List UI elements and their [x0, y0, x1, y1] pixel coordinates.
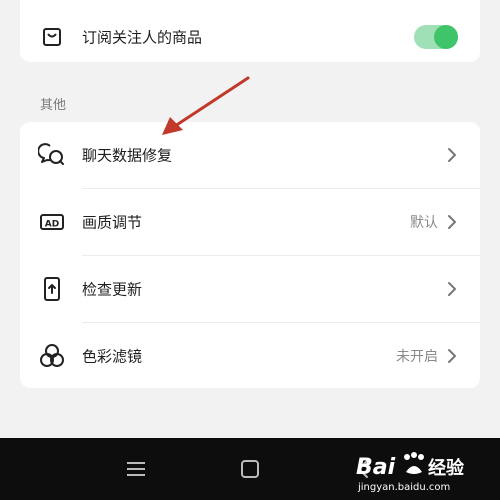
subscription-row[interactable]: 订阅关注人的商品 [20, 4, 480, 62]
image-quality-row[interactable]: AD 画质调节 默认 [20, 189, 480, 255]
subscription-card: 订阅关注人的商品 [20, 0, 480, 62]
check-update-label: 检查更新 [82, 280, 143, 299]
chat-bubbles-icon [38, 143, 64, 165]
watermark-brand: Bai [356, 455, 396, 480]
chevron-right-icon [448, 148, 456, 162]
color-filter-label: 色彩滤镜 [82, 347, 143, 366]
menu-icon[interactable] [123, 456, 149, 482]
section-other-label: 其他 [40, 98, 67, 113]
phone-upload-icon [44, 277, 60, 301]
check-update-row[interactable]: 检查更新 [20, 256, 480, 322]
chat-data-repair-row[interactable]: 聊天数据修复 [20, 122, 480, 188]
paw-logo-icon [404, 452, 424, 474]
three-circles-icon [40, 344, 64, 367]
other-settings-card: 聊天数据修复 AD 画质调节 默认 检查更新 色彩滤镜 未开启 [20, 122, 480, 388]
ad-badge-icon: AD [40, 214, 64, 230]
home-square-icon[interactable] [237, 456, 263, 482]
watermark-url: jingyan.baidu.com [357, 482, 450, 493]
image-quality-value: 默认 [410, 215, 438, 231]
chevron-right-icon [448, 349, 456, 363]
subscription-label: 订阅关注人的商品 [82, 28, 203, 47]
baidu-jingyan-watermark: Bai 经验 jingyan.baidu.com [356, 452, 465, 493]
toggle-knob [434, 25, 458, 49]
image-quality-label: 画质调节 [82, 213, 143, 232]
color-filter-value: 未开启 [396, 349, 438, 365]
chat-data-repair-label: 聊天数据修复 [82, 146, 173, 165]
chevron-right-icon [448, 282, 456, 296]
subscription-toggle[interactable] [414, 25, 458, 49]
chevron-right-icon [448, 215, 456, 229]
watermark-brand-cn: 经验 [428, 457, 465, 479]
color-filter-row[interactable]: 色彩滤镜 未开启 [20, 323, 480, 388]
shopping-bag-icon [43, 28, 61, 46]
svg-text:AD: AD [45, 220, 59, 230]
